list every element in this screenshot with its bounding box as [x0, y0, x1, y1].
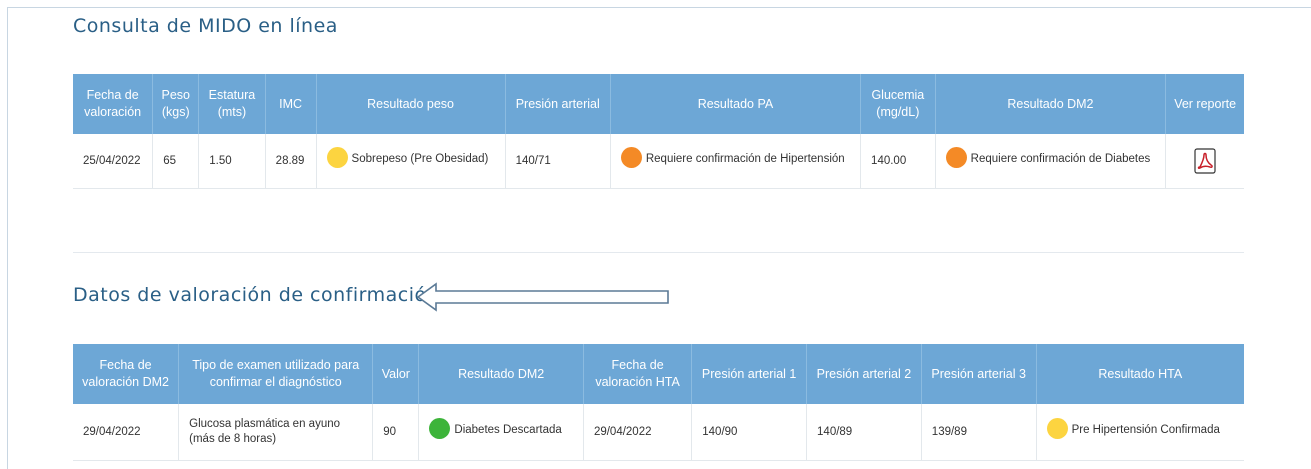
header-valor: Valor [372, 344, 420, 404]
header-resultado-dm2: Resultado DM2 [935, 74, 1167, 134]
status-dot-yellow-icon [326, 146, 348, 168]
cell-resultado-hta: Pre Hipertensión Confirmada [1036, 404, 1244, 461]
header-presion: Presión arterial [505, 74, 611, 134]
cell-fecha: 25/04/2022 [73, 134, 154, 189]
header-ver-reporte: Ver reporte [1165, 74, 1244, 134]
resultado-hta-label: Pre Hipertensión Confirmada [1071, 424, 1220, 437]
header-pa2: Presión arterial 2 [806, 344, 922, 404]
header-fecha-hta: Fecha de valoración HTA [583, 344, 693, 404]
cell-fecha-hta: 29/04/2022 [583, 404, 693, 461]
cell-pa1: 140/90 [691, 404, 808, 461]
table-header-row: Fecha de valoración Peso (kgs) Estatura … [73, 74, 1244, 134]
resultado-peso-label: Sobrepeso (Pre Obesidad) [351, 153, 489, 166]
status-dot-yellow-icon [1046, 417, 1068, 439]
cell-glucemia: 140.00 [860, 134, 936, 189]
header-resultado-dm2: Resultado DM2 [418, 344, 584, 404]
header-pa3: Presión arterial 3 [921, 344, 1037, 404]
table-row: 29/04/2022 Glucosa plasmática en ayuno (… [73, 404, 1244, 461]
header-resultado-hta: Resultado HTA [1036, 344, 1244, 404]
cell-peso: 65 [152, 134, 200, 189]
header-peso: Peso (kgs) [152, 74, 200, 134]
arrow-left-icon [416, 282, 669, 312]
status-dot-orange-icon [945, 146, 967, 168]
header-tipo-examen: Tipo de examen utilizado para confirmar … [178, 344, 374, 404]
cell-imc: 28.89 [265, 134, 317, 189]
section-title-confirmacion: Datos de valoración de confirmación [73, 284, 440, 306]
cell-fecha-dm2: 29/04/2022 [73, 404, 180, 461]
header-fecha: Fecha de valoración [73, 74, 154, 134]
cell-presion: 140/71 [505, 134, 611, 189]
header-glucemia: Glucemia (mg/dL) [860, 74, 936, 134]
cell-ver-reporte [1165, 134, 1244, 189]
pdf-icon[interactable] [1194, 148, 1216, 174]
status-dot-orange-icon [620, 146, 642, 168]
header-imc: IMC [265, 74, 317, 134]
resultado-pa-label: Requiere confirmación de Hipertensión [645, 153, 845, 166]
header-fecha-dm2: Fecha de valoración DM2 [73, 344, 180, 404]
table-header-row: Fecha de valoración DM2 Tipo de examen u… [73, 344, 1244, 404]
cell-resultado-pa: Requiere confirmación de Hipertensión [610, 134, 862, 189]
header-estatura: Estatura (mts) [198, 74, 266, 134]
header-resultado-peso: Resultado peso [316, 74, 506, 134]
cell-estatura: 1.50 [198, 134, 266, 189]
resultado-dm2-label: Diabetes Descartada [454, 424, 562, 437]
cell-resultado-dm2: Requiere confirmación de Diabetes [935, 134, 1167, 189]
resultado-dm2-label: Requiere confirmación de Diabetes [970, 153, 1151, 166]
cell-pa2: 140/89 [806, 404, 922, 461]
section-divider [73, 252, 1244, 253]
cell-pa3: 139/89 [921, 404, 1037, 461]
cell-resultado-dm2: Diabetes Descartada [418, 404, 584, 461]
section-title-consulta: Consulta de MIDO en línea [73, 15, 338, 37]
status-dot-green-icon [429, 417, 451, 439]
cell-resultado-peso: Sobrepeso (Pre Obesidad) [316, 134, 506, 189]
cell-valor: 90 [372, 404, 420, 461]
cell-tipo-examen: Glucosa plasmática en ayuno (más de 8 ho… [178, 404, 374, 461]
header-pa1: Presión arterial 1 [691, 344, 808, 404]
consulta-table: Fecha de valoración Peso (kgs) Estatura … [73, 74, 1244, 189]
table-row: 25/04/2022 65 1.50 28.89 Sobrepeso (Pre … [73, 134, 1244, 189]
header-resultado-pa: Resultado PA [610, 74, 862, 134]
confirmacion-table: Fecha de valoración DM2 Tipo de examen u… [73, 344, 1244, 461]
